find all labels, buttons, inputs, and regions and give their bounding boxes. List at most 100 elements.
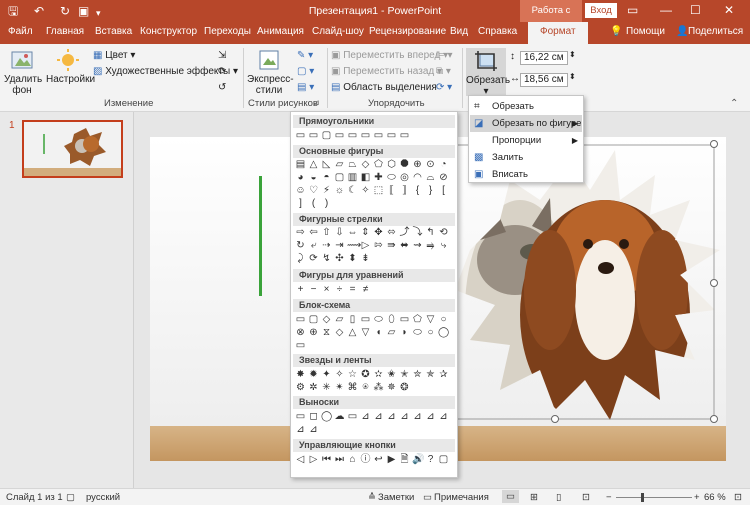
shape-option[interactable]: ▶ bbox=[386, 454, 397, 465]
shape-option[interactable]: ▭ bbox=[386, 130, 397, 141]
shape-option[interactable]: ♡ bbox=[308, 185, 319, 196]
shape-option[interactable]: − bbox=[308, 284, 319, 295]
shape-option[interactable]: ⌓ bbox=[425, 172, 436, 183]
shape-option[interactable]: ✸ bbox=[295, 369, 306, 380]
color-button[interactable]: ▦ Цвет ▾ bbox=[93, 50, 135, 61]
shape-option[interactable]: ✚ bbox=[373, 172, 384, 183]
spellcheck-icon[interactable]: ▢ bbox=[66, 492, 75, 503]
shape-option[interactable]: ⤴ bbox=[399, 227, 410, 238]
shape-option[interactable]: ◖ bbox=[373, 327, 384, 338]
language-indicator[interactable]: русский bbox=[86, 492, 120, 503]
remove-background-button[interactable]: Удалить фон bbox=[4, 48, 42, 96]
shape-option[interactable]: ? bbox=[425, 454, 436, 465]
shape-option[interactable]: ▢ bbox=[321, 130, 332, 141]
picture-layout-icon[interactable]: ▤ ▾ bbox=[297, 82, 314, 93]
shape-option[interactable]: ⟦ bbox=[386, 185, 397, 196]
zoom-slider-track[interactable] bbox=[616, 497, 692, 498]
shape-option[interactable]: ⬡ bbox=[386, 159, 397, 170]
shape-option[interactable]: ⊿ bbox=[360, 411, 371, 422]
shape-option[interactable]: ⊿ bbox=[373, 411, 384, 422]
shape-option[interactable]: ÷ bbox=[334, 284, 345, 295]
shape-option[interactable]: ◔ bbox=[438, 159, 449, 170]
shape-option[interactable]: ) bbox=[321, 198, 332, 209]
fit-to-window-icon[interactable]: ⊡ bbox=[734, 492, 742, 503]
shape-option[interactable]: ✵ bbox=[386, 382, 397, 393]
shape-option[interactable]: ⇕ bbox=[360, 227, 371, 238]
shape-option[interactable]: △ bbox=[347, 327, 358, 338]
artistic-effects-button[interactable]: ▨ Художественные эффекты ▾ bbox=[93, 66, 238, 77]
shape-option[interactable]: ▭ bbox=[308, 130, 319, 141]
shape-option[interactable]: ⊿ bbox=[412, 411, 423, 422]
selection-pane-button[interactable]: ▤ Область выделения bbox=[331, 82, 437, 93]
shape-option[interactable]: △ bbox=[308, 159, 319, 170]
menu-item-crop-to-shape[interactable]: ◪ Обрезать по фигуре ▶ bbox=[470, 115, 582, 132]
shape-option[interactable]: ▷ bbox=[308, 454, 319, 465]
menu-item-aspect-ratio[interactable]: Пропорции ▶ bbox=[470, 132, 582, 149]
shape-option[interactable]: ⊿ bbox=[295, 424, 306, 435]
shape-option[interactable]: ⊕ bbox=[308, 327, 319, 338]
shape-option[interactable]: ◁ bbox=[295, 454, 306, 465]
crop-button[interactable]: Обрезать ▾ bbox=[466, 48, 510, 97]
shape-option[interactable]: ▭ bbox=[334, 130, 345, 141]
shape-option[interactable]: ⊿ bbox=[386, 411, 397, 422]
shape-option[interactable]: ▯ bbox=[347, 314, 358, 325]
shape-option[interactable]: ✯ bbox=[425, 369, 436, 380]
close-icon[interactable]: ✕ bbox=[724, 3, 734, 17]
shape-option[interactable]: ▭ bbox=[347, 411, 358, 422]
shape-option[interactable]: ○ bbox=[438, 314, 449, 325]
comments-button[interactable]: Примечания bbox=[434, 492, 489, 503]
shape-option[interactable]: ⬠ bbox=[373, 159, 384, 170]
shape-option[interactable]: ⇔ bbox=[347, 227, 358, 238]
change-picture-icon[interactable]: ⟳ bbox=[218, 66, 226, 77]
resize-handle[interactable] bbox=[551, 415, 559, 423]
shape-option[interactable]: ⤶ bbox=[308, 240, 319, 251]
shape-option[interactable]: { bbox=[412, 185, 423, 196]
shape-option[interactable]: ⬭ bbox=[373, 314, 384, 325]
shape-option[interactable]: ◗ bbox=[399, 327, 410, 338]
shape-option[interactable]: ☺ bbox=[295, 185, 306, 196]
shape-option[interactable]: ⬯ bbox=[386, 314, 397, 325]
shape-option[interactable]: ▢ bbox=[438, 454, 449, 465]
shape-option[interactable]: = bbox=[347, 284, 358, 295]
tab-review[interactable]: Рецензирование bbox=[369, 26, 446, 37]
shape-option[interactable]: ⊿ bbox=[425, 411, 436, 422]
shape-option[interactable]: ✰ bbox=[438, 369, 449, 380]
tab-home[interactable]: Главная bbox=[46, 26, 84, 37]
shape-option[interactable]: ✳ bbox=[321, 382, 332, 393]
share-button[interactable]: Поделиться bbox=[688, 26, 743, 37]
shape-option[interactable]: ( bbox=[308, 198, 319, 209]
shape-option[interactable]: ◺ bbox=[321, 159, 332, 170]
shape-option[interactable]: ✴ bbox=[334, 382, 345, 393]
height-input[interactable]: 16,22 см bbox=[520, 51, 568, 65]
shape-option[interactable]: [ bbox=[438, 185, 449, 196]
shape-option[interactable]: ▢ bbox=[334, 172, 345, 183]
shape-option[interactable]: ○ bbox=[425, 327, 436, 338]
shape-option[interactable]: ☼ bbox=[334, 185, 345, 196]
shape-option[interactable]: ✣ bbox=[334, 253, 345, 264]
shape-option[interactable]: ▢ bbox=[308, 314, 319, 325]
shape-option[interactable]: ⬠ bbox=[412, 314, 423, 325]
menu-item-fit[interactable]: ▣ Вписать bbox=[470, 166, 582, 183]
shape-option[interactable]: ⁂ bbox=[373, 382, 384, 393]
shape-option[interactable]: ◎ bbox=[399, 172, 410, 183]
ribbon-display-icon[interactable]: ▭ bbox=[627, 3, 638, 17]
dialog-launcher-icon[interactable]: ⊿ bbox=[313, 98, 320, 107]
resize-handle[interactable] bbox=[710, 279, 718, 287]
shape-option[interactable]: ⊕ bbox=[412, 159, 423, 170]
shape-option[interactable]: ✫ bbox=[373, 369, 384, 380]
menu-item-crop[interactable]: ⌗ Обрезать bbox=[470, 98, 582, 115]
shape-option[interactable]: ⤵ bbox=[412, 227, 423, 238]
shape-option[interactable]: ⏮ bbox=[321, 454, 332, 465]
rotate-icon[interactable]: ⟳ ▾ bbox=[436, 82, 452, 93]
tab-transitions[interactable]: Переходы bbox=[204, 26, 251, 37]
maximize-icon[interactable]: ☐ bbox=[690, 3, 701, 17]
shape-option[interactable]: ⇰ bbox=[373, 240, 384, 251]
shape-option[interactable]: ] bbox=[295, 198, 306, 209]
shape-option[interactable]: ✲ bbox=[308, 382, 319, 393]
slide-green-line[interactable] bbox=[259, 176, 262, 296]
shape-option[interactable]: × bbox=[321, 284, 332, 295]
shape-option[interactable]: ↰ bbox=[425, 227, 436, 238]
shape-option[interactable]: ▽ bbox=[360, 327, 371, 338]
shape-option[interactable]: ⊿ bbox=[399, 411, 410, 422]
shape-option[interactable]: ✪ bbox=[360, 369, 371, 380]
